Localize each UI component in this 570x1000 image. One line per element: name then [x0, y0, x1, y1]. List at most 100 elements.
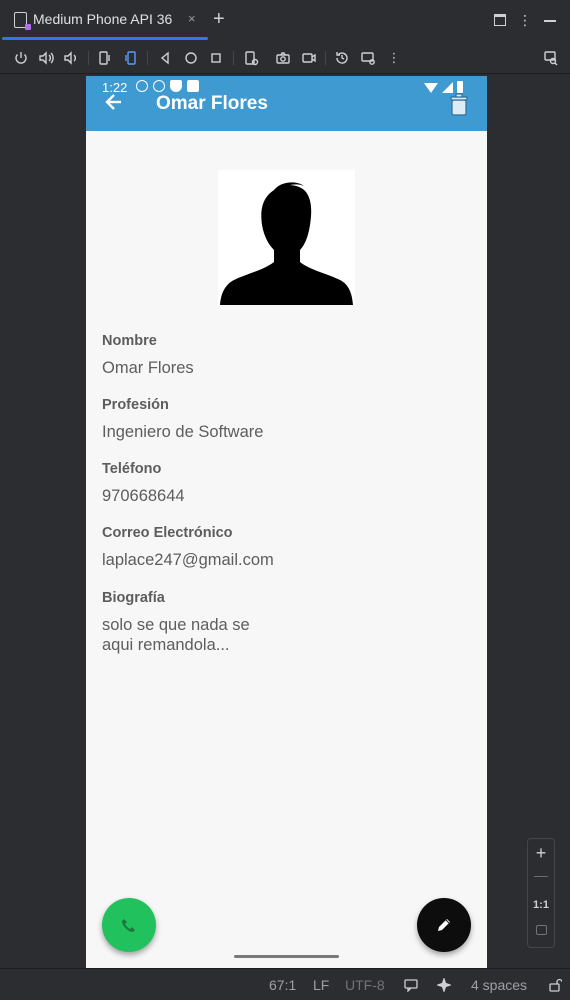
layout-icon — [494, 14, 506, 26]
settings-button[interactable] — [359, 49, 377, 67]
toolbar-more-button[interactable]: ⋮ — [385, 49, 403, 67]
gesture-nav-handle[interactable] — [234, 955, 339, 958]
toolbar-separator — [325, 51, 326, 65]
phone-screen: 1:22 Omar Flores Nombre Omar Flores Prof… — [86, 76, 487, 968]
add-tab-button[interactable]: + — [213, 8, 225, 30]
rotate-right-button[interactable] — [121, 49, 139, 67]
bio-line: aqui remandola... — [102, 636, 230, 654]
zoom-controls: + — 1:1 — [527, 838, 555, 948]
toolbar-separator — [88, 51, 89, 65]
bio-line: solo se que nada se — [102, 616, 250, 634]
app-bar: 1:22 Omar Flores — [86, 76, 487, 131]
device-settings-icon — [361, 52, 375, 65]
app-title: Omar Flores — [156, 93, 268, 114]
screenshot-button[interactable] — [242, 49, 260, 67]
snapshot-button[interactable] — [333, 49, 351, 67]
screenshot-icon — [245, 51, 259, 66]
status-icons — [136, 80, 199, 92]
more-options-button[interactable]: ⋮ — [517, 12, 533, 28]
overview-square-icon — [211, 53, 221, 63]
home-circle-icon — [185, 52, 197, 64]
overview-button[interactable] — [207, 49, 225, 67]
call-button[interactable] — [102, 898, 156, 952]
phone-icon — [122, 919, 135, 932]
unlock-icon — [549, 978, 563, 992]
lock-button[interactable] — [548, 978, 563, 992]
delete-button[interactable] — [450, 92, 468, 116]
video-record-icon — [302, 53, 316, 63]
field-profesion: Profesión Ingeniero de Software — [102, 397, 472, 442]
readonly-button[interactable] — [404, 978, 418, 993]
arrow-left-icon — [105, 94, 121, 110]
camera-button[interactable] — [274, 49, 292, 67]
record-button[interactable] — [300, 49, 318, 67]
minimize-button[interactable] — [542, 12, 558, 28]
field-value: Omar Flores — [102, 359, 194, 377]
device-tab[interactable]: Medium Phone API 36 × — [0, 0, 208, 40]
power-button[interactable] — [12, 49, 30, 67]
rotate-left-icon — [99, 51, 110, 65]
fit-screen-button[interactable] — [528, 925, 554, 938]
pencil-icon — [438, 919, 450, 931]
toolbar-separator — [233, 51, 234, 65]
back-button[interactable] — [156, 49, 174, 67]
volume-up-button[interactable] — [37, 49, 55, 67]
comment-icon — [404, 979, 418, 993]
indent-setting[interactable]: 4 spaces — [471, 977, 527, 993]
tab-title: Medium Phone API 36 — [33, 11, 173, 27]
field-label: Teléfono — [102, 461, 162, 477]
minimize-icon — [544, 20, 556, 22]
back-arrow-button[interactable] — [104, 92, 124, 112]
file-encoding[interactable]: UTF-8 — [345, 977, 385, 993]
sd-card-icon — [187, 80, 199, 92]
zoom-in-button[interactable]: + — [528, 843, 554, 864]
ai-assistant-button[interactable] — [435, 976, 453, 994]
field-label: Biografía — [102, 590, 165, 606]
line-ending[interactable]: LF — [313, 977, 329, 993]
home-button[interactable] — [182, 49, 200, 67]
edit-button[interactable] — [417, 898, 471, 952]
field-value: 970668644 — [102, 487, 185, 505]
power-icon — [15, 52, 27, 64]
inspect-button[interactable] — [542, 49, 560, 67]
field-label: Profesión — [102, 397, 169, 413]
toolbar-separator — [147, 51, 148, 65]
info-icon — [136, 80, 148, 92]
field-telefono: Teléfono 970668644 — [102, 461, 472, 506]
back-triangle-icon — [160, 51, 169, 65]
avatar — [218, 170, 355, 305]
active-tab-indicator — [2, 37, 208, 40]
field-label: Correo Electrónico — [102, 525, 233, 541]
person-silhouette-icon — [218, 170, 355, 305]
volume-down-icon — [64, 51, 76, 65]
sparkle-icon — [435, 976, 453, 994]
layout-button[interactable] — [492, 12, 508, 28]
history-icon — [336, 52, 348, 64]
vpn-icon — [153, 80, 165, 92]
actual-size-button[interactable]: 1:1 — [528, 899, 554, 911]
device-icon — [14, 12, 31, 30]
volume-up-icon — [39, 51, 54, 65]
tab-close-button[interactable]: × — [188, 11, 196, 26]
wifi-icon — [424, 83, 438, 93]
zoom-out-button[interactable]: — — [528, 867, 554, 883]
ide-status-bar: 67:1 LF UTF-8 4 spaces — [0, 968, 570, 1000]
field-label: Nombre — [102, 333, 157, 349]
field-biografia: Biografía solo se que nada se aqui reman… — [102, 590, 472, 655]
inspect-icon — [544, 51, 558, 66]
rotate-left-button[interactable] — [96, 49, 114, 67]
rotate-right-icon — [125, 51, 136, 65]
trash-icon — [450, 93, 468, 116]
fit-screen-icon — [535, 925, 547, 935]
field-value: Ingeniero de Software — [102, 423, 264, 441]
cursor-position[interactable]: 67:1 — [269, 977, 296, 993]
field-correo: Correo Electrónico laplace247@gmail.com — [102, 525, 472, 570]
emulator-toolbar: ⋮ — [0, 42, 570, 74]
field-nombre: Nombre Omar Flores — [102, 333, 472, 378]
field-value: laplace247@gmail.com — [102, 551, 274, 569]
field-value: solo se que nada se aqui remandola... — [102, 615, 472, 655]
camera-icon — [276, 52, 290, 64]
shield-icon — [170, 80, 182, 92]
ide-tab-bar: Medium Phone API 36 × + ⋮ — [0, 0, 570, 40]
volume-down-button[interactable] — [62, 49, 80, 67]
